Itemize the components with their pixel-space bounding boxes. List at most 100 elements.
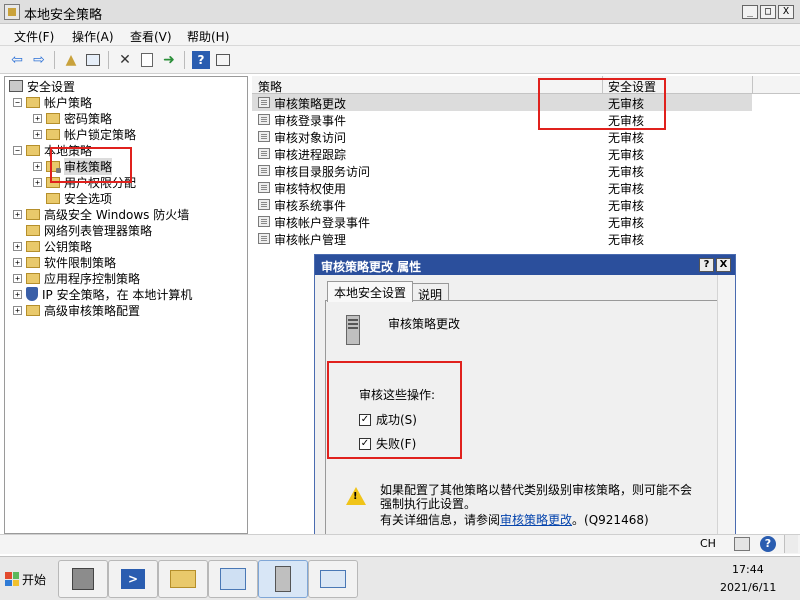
powershell-icon[interactable]: > — [108, 560, 158, 598]
tab-explain[interactable]: 说明 — [411, 283, 450, 302]
forward-icon[interactable]: ⇨ — [30, 51, 48, 69]
expand-icon[interactable]: + — [13, 305, 22, 315]
list-row[interactable]: 审核进程跟踪 无审核 — [252, 145, 752, 162]
list-row[interactable]: 审核帐户登录事件 无审核 — [252, 213, 752, 230]
list-row[interactable]: 审核帐户管理 无审核 — [252, 230, 752, 247]
expand-icon[interactable]: + — [13, 257, 22, 267]
menu-bar: 文件(F) 操作(A) 查看(V) 帮助(H) — [0, 24, 800, 46]
maximize-button[interactable]: □ — [760, 5, 776, 19]
folder-icon — [46, 192, 60, 204]
dialog-close-button[interactable]: X — [716, 258, 731, 272]
tree-node-firewall[interactable]: + 高级安全 Windows 防火墙 — [13, 206, 189, 222]
clock-time: 17:44 — [732, 563, 764, 576]
delete-icon[interactable]: ✕ — [116, 51, 134, 69]
tree-node-ip-security[interactable]: + IP 安全策略，在 本地计算机 — [13, 286, 192, 302]
list-row[interactable]: 审核登录事件 无审核 — [252, 111, 752, 128]
expand-icon[interactable]: + — [13, 289, 22, 299]
highlight-box — [538, 78, 666, 130]
toolbar: ⇦ ⇨ ▲ ✕ ➜ ? — [0, 46, 800, 74]
help-circle-icon[interactable]: ? — [760, 536, 776, 552]
expand-icon[interactable]: + — [13, 209, 22, 219]
list-row[interactable]: 审核目录服务访问 无审核 — [252, 162, 752, 179]
up-folder-icon[interactable]: ▲ — [62, 51, 80, 69]
language-indicator[interactable]: CH — [700, 537, 716, 550]
expand-icon[interactable]: + — [33, 113, 42, 123]
server-manager-icon[interactable] — [58, 560, 108, 598]
minimize-button[interactable]: _ — [742, 5, 758, 19]
tree-node-password-policy[interactable]: + 密码策略 — [33, 110, 112, 126]
local-security-policy-icon[interactable] — [258, 560, 308, 598]
taskbar: 开始 > 17:44 2021/6/11 — [0, 556, 800, 600]
policy-icon — [258, 131, 270, 142]
expand-icon[interactable]: + — [33, 177, 42, 187]
title-bar: 本地安全策略 _ □ X — [0, 0, 800, 24]
folder-icon — [26, 96, 40, 108]
tree-node-lockout-policy[interactable]: + 帐户锁定策略 — [33, 126, 136, 142]
menu-file[interactable]: 文件(F) — [14, 28, 54, 45]
dialog-scrollbar[interactable] — [717, 275, 735, 553]
app-icon — [4, 4, 20, 20]
tree-node-security-options[interactable]: 安全选项 — [46, 190, 112, 206]
dialog-title-bar: 审核策略更改 属性 ? X — [315, 255, 735, 275]
windows-logo-icon — [5, 572, 19, 586]
folder-icon — [26, 256, 40, 268]
collapse-icon[interactable]: − — [13, 97, 22, 107]
policy-icon — [258, 114, 270, 125]
tree-node-software-restriction[interactable]: + 软件限制策略 — [13, 254, 116, 270]
status-bar: CH ? — [0, 534, 800, 554]
status-scroll[interactable] — [784, 535, 798, 553]
tree-node-security-settings[interactable]: 安全设置 — [9, 78, 75, 94]
folder-icon — [26, 272, 40, 284]
close-button[interactable]: X — [778, 5, 794, 19]
folder-icon — [26, 240, 40, 252]
expand-icon[interactable]: + — [33, 161, 42, 171]
warning-text: 如果配置了其他策略以替代类别级别审核策略，则可能不会强制执行此设置。 — [380, 483, 693, 511]
export-icon[interactable]: ➜ — [160, 51, 178, 69]
tree-node-advanced-audit[interactable]: + 高级审核策略配置 — [13, 302, 140, 318]
help-icon[interactable]: ? — [192, 51, 210, 69]
policy-icon — [258, 216, 270, 227]
menu-action[interactable]: 操作(A) — [72, 28, 114, 45]
column-header: 策略 安全设置 — [252, 76, 800, 94]
show-tree-icon[interactable] — [84, 51, 102, 69]
expand-icon[interactable]: + — [13, 241, 22, 251]
dialog-help-button[interactable]: ? — [699, 258, 714, 272]
policy-icon — [258, 233, 270, 244]
tab-local-security-setting[interactable]: 本地安全设置 — [327, 281, 414, 302]
policy-icon — [258, 97, 270, 108]
menu-help[interactable]: 帮助(H) — [187, 28, 229, 45]
more-info-line: 有关详细信息，请参阅审核策略更改。(Q921468) — [380, 513, 649, 527]
folder-icon — [26, 224, 40, 236]
start-button[interactable]: 开始 — [2, 561, 52, 597]
tree-node-network-list[interactable]: 网络列表管理器策略 — [26, 222, 152, 238]
expand-icon[interactable]: + — [33, 129, 42, 139]
tree-pane: 安全设置 − 帐户策略 + 密码策略 + 帐户锁定策略 − 本地策略 + 审核策… — [4, 76, 248, 534]
tree-node-account-policy[interactable]: − 帐户策略 — [13, 94, 92, 110]
view-icon[interactable] — [214, 51, 232, 69]
collapse-icon[interactable]: − — [13, 145, 22, 155]
more-info-link[interactable]: 审核策略更改 — [500, 513, 572, 527]
tree-node-app-control[interactable]: + 应用程序控制策略 — [13, 270, 140, 286]
shield-icon — [26, 287, 38, 301]
folder-icon — [26, 304, 40, 316]
policy-icon — [258, 182, 270, 193]
back-icon[interactable]: ⇦ — [8, 51, 26, 69]
properties-icon[interactable] — [138, 51, 156, 69]
expand-icon[interactable]: + — [13, 273, 22, 283]
list-row[interactable]: 审核系统事件 无审核 — [252, 196, 752, 213]
window-title: 本地安全策略 — [24, 8, 103, 23]
folder-icon — [46, 112, 60, 124]
explorer-icon[interactable] — [158, 560, 208, 598]
policy-name: 审核策略更改 — [388, 317, 461, 331]
keyboard-icon[interactable] — [734, 537, 750, 551]
network-icon[interactable] — [308, 560, 358, 598]
folder-icon — [26, 208, 40, 220]
column-policy[interactable]: 策略 — [258, 78, 282, 95]
list-row[interactable]: 审核对象访问 无审核 — [252, 128, 752, 145]
control-panel-icon[interactable] — [208, 560, 258, 598]
menu-view[interactable]: 查看(V) — [130, 28, 172, 45]
list-row[interactable]: 审核特权使用 无审核 — [252, 179, 752, 196]
list-row[interactable]: 审核策略更改 无审核 — [252, 94, 752, 111]
tree-node-public-key[interactable]: + 公钥策略 — [13, 238, 92, 254]
highlight-box — [327, 361, 462, 459]
